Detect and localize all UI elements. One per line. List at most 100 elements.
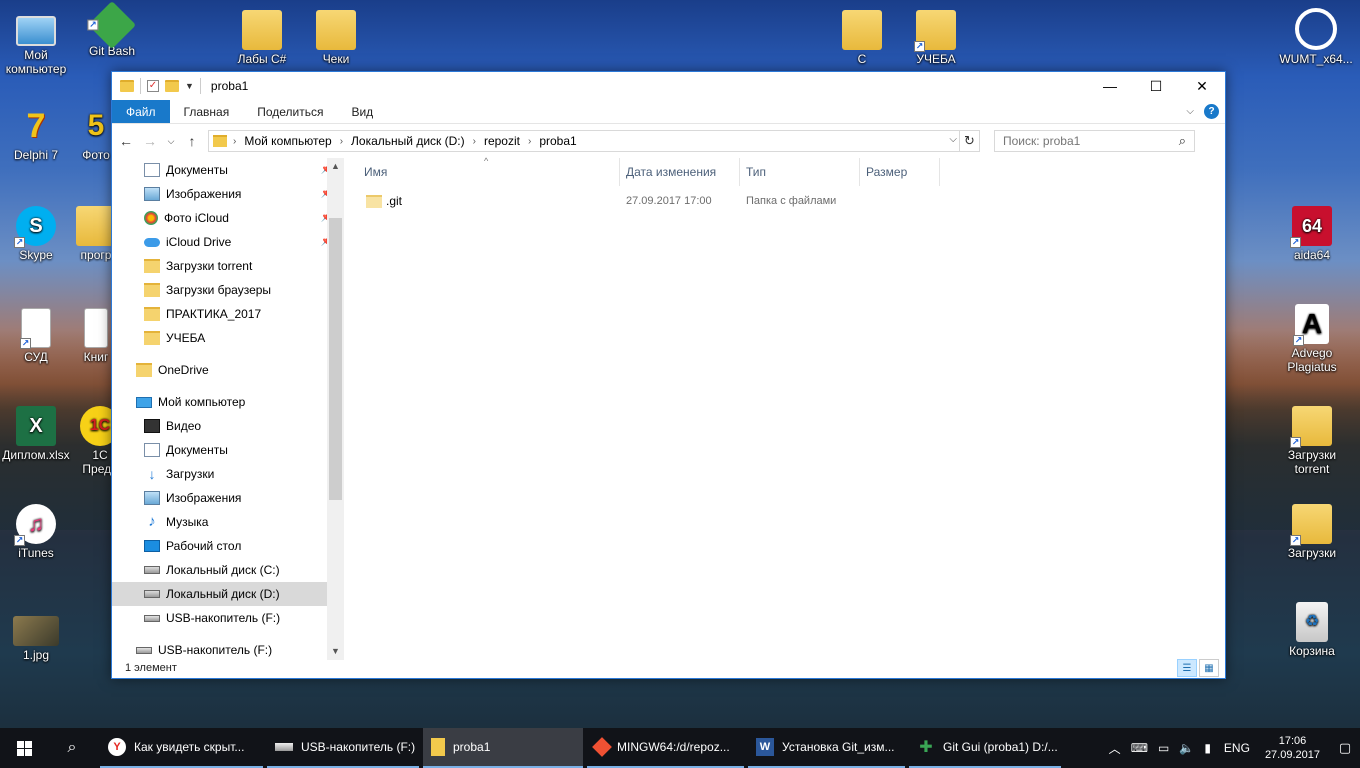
nav-item-browser-downloads[interactable]: Загрузки браузеры <box>112 278 343 302</box>
address-bar[interactable]: › Мой компьютер › Локальный диск (D:) › … <box>208 130 980 152</box>
nav-item-pictures-pinned[interactable]: Изображения📌 <box>112 182 343 206</box>
search-icon[interactable]: ⌕ <box>1179 133 1186 149</box>
volume-icon[interactable]: 🔈 <box>1179 741 1194 755</box>
desktop-icon-c[interactable]: C <box>826 10 898 66</box>
desktop-icon-my-computer[interactable]: Мой компьютер <box>0 10 72 76</box>
desktop-icon-recycle-bin[interactable]: ♻ Корзина <box>1276 602 1348 658</box>
desktop-icon-itunes[interactable]: ♫ ↗ iTunes <box>0 504 72 560</box>
search-box[interactable]: ⌕ <box>994 130 1195 152</box>
help-icon[interactable]: ? <box>1204 104 1219 119</box>
desktop-icon-advego[interactable]: A ↗ Advego Plagiatus <box>1276 304 1348 374</box>
desktop-icon-skype[interactable]: S ↗ Skype <box>0 206 72 262</box>
desktop-icon-image[interactable]: 1.jpg <box>0 616 72 662</box>
forward-arrow-icon[interactable]: → <box>142 133 158 149</box>
tab-file[interactable]: Файл <box>112 100 170 123</box>
advego-icon: A ↗ <box>1293 304 1329 346</box>
computer-icon <box>136 396 152 408</box>
taskbar-button-mingw[interactable]: MINGW64:/d/repoz... <box>587 728 744 768</box>
nav-item-drive-d[interactable]: Локальный диск (D:) <box>112 582 343 606</box>
chevron-right-icon[interactable]: › <box>528 136 531 147</box>
nav-item-desktop[interactable]: Рабочий стол <box>112 534 343 558</box>
properties-icon[interactable]: ✓ <box>147 80 159 92</box>
chevron-down-icon[interactable]: ⌵ <box>949 134 957 145</box>
desktop-icon-downloads[interactable]: ↗ Загрузки <box>1276 504 1348 560</box>
desktop-icon-wumt[interactable]: WUMT_x64... <box>1276 8 1356 66</box>
desktop-icon-ucheba[interactable]: ↗ УЧЕБА <box>900 10 972 66</box>
desktop-icon-aida64[interactable]: 64 ↗ aida64 <box>1276 206 1348 262</box>
scroll-up-icon[interactable]: ▲ <box>327 158 343 175</box>
nav-item-icloud-photos[interactable]: Фото iCloud📌 <box>112 206 343 230</box>
nav-item-usb-f-root[interactable]: USB-накопитель (F:) <box>112 638 343 660</box>
desktop-icon-sud[interactable]: ↗ СУД <box>0 308 72 364</box>
gamepad-icon[interactable]: ⌨ <box>1131 741 1148 755</box>
desktop-icon-checks[interactable]: Чеки <box>300 10 372 66</box>
desktop-icon-books[interactable]: Книг <box>76 308 116 364</box>
clock[interactable]: 17:06 27.09.2017 <box>1255 734 1330 762</box>
show-hidden-icons-icon[interactable]: ︿ <box>1109 740 1121 757</box>
nav-item-my-computer[interactable]: Мой компьютер <box>112 390 343 414</box>
chevron-right-icon[interactable]: › <box>233 136 236 147</box>
network-icon[interactable]: ▭ <box>1158 741 1169 755</box>
breadcrumb-repozit[interactable]: repozit <box>484 134 520 148</box>
taskbar-button-usb[interactable]: USB-накопитель (F:) <box>267 728 419 768</box>
chevron-right-icon[interactable]: › <box>473 136 476 147</box>
desktop-icon-delphi[interactable]: 7 Delphi 7 <box>0 106 72 162</box>
column-date-modified[interactable]: Дата изменения <box>620 158 740 186</box>
scrollbar-thumb[interactable] <box>329 218 342 500</box>
column-type[interactable]: Тип <box>740 158 860 186</box>
search-input[interactable] <box>1003 134 1163 148</box>
column-size[interactable]: Размер <box>860 158 940 186</box>
tab-view[interactable]: Вид <box>337 100 387 123</box>
back-arrow-icon[interactable]: ← <box>118 133 134 149</box>
breadcrumb-proba1[interactable]: proba1 <box>539 134 576 148</box>
nav-item-downloads[interactable]: ↓ Загрузки <box>112 462 343 486</box>
taskbar-search-icon[interactable]: ⌕ <box>48 728 96 768</box>
desktop-icon-diploma[interactable]: X Диплом.xlsx <box>0 406 72 462</box>
nav-item-music[interactable]: ♪ Музыка <box>112 510 343 534</box>
close-button[interactable]: ✕ <box>1179 72 1225 100</box>
nav-item-pictures[interactable]: Изображения <box>112 486 343 510</box>
drive-icon <box>144 590 160 598</box>
chevron-right-icon[interactable]: › <box>340 136 343 147</box>
nav-item-drive-c[interactable]: Локальный диск (C:) <box>112 558 343 582</box>
desktop-icon-labs[interactable]: Лабы C# <box>226 10 298 66</box>
taskbar-button-explorer[interactable]: proba1 <box>423 728 583 768</box>
breadcrumb-drive-d[interactable]: Локальный диск (D:) <box>351 134 465 148</box>
file-row[interactable]: .git 27.09.2017 17:00 Папка с файлами <box>344 190 1225 212</box>
desktop-icon-photo[interactable]: 5 Фото <box>76 106 116 163</box>
breadcrumb-my-computer[interactable]: Мой компьютер <box>244 134 331 148</box>
taskbar-button-browser[interactable]: Y Как увидеть скрыт... <box>100 728 263 768</box>
minimize-button[interactable]: — <box>1087 72 1133 100</box>
details-view-icon[interactable]: ☰ <box>1177 659 1197 677</box>
desktop-icon-progr[interactable]: прогр <box>76 206 116 262</box>
nav-item-icloud-drive[interactable]: iCloud Drive📌 <box>112 230 343 254</box>
nav-item-ucheba[interactable]: УЧЕБА <box>112 326 343 350</box>
up-arrow-icon[interactable]: ↑ <box>184 133 200 149</box>
recent-locations-icon[interactable]: ⌵ <box>166 136 176 147</box>
desktop-icon-torrent-downloads[interactable]: ↗ Загрузки torrent <box>1276 406 1348 476</box>
taskbar-button-word[interactable]: W Установка Git_изм... <box>748 728 905 768</box>
desktop-icon-git-bash[interactable]: ↗ Git Bash <box>76 0 148 58</box>
nav-item-onedrive[interactable]: OneDrive <box>112 358 343 382</box>
battery-icon[interactable]: ▮ <box>1204 741 1211 755</box>
refresh-icon[interactable]: ↻ <box>959 131 979 151</box>
nav-item-documents[interactable]: Документы <box>112 438 343 462</box>
maximize-button[interactable]: ☐ <box>1133 72 1179 100</box>
large-icons-view-icon[interactable]: ▦ <box>1199 659 1219 677</box>
tab-share[interactable]: Поделиться <box>243 100 337 123</box>
start-button[interactable] <box>0 728 48 768</box>
column-name[interactable]: Имя <box>344 158 620 186</box>
tab-home[interactable]: Главная <box>170 100 244 123</box>
nav-item-documents-pinned[interactable]: Документы📌 <box>112 158 343 182</box>
new-folder-icon[interactable] <box>165 80 179 92</box>
nav-item-torrent-downloads[interactable]: Загрузки torrent <box>112 254 343 278</box>
expand-ribbon-icon[interactable]: ⌵ <box>1186 106 1194 117</box>
nav-item-video[interactable]: Видео <box>112 414 343 438</box>
chevron-down-icon[interactable]: ▼ <box>185 81 194 91</box>
nav-item-praktika[interactable]: ПРАКТИКА_2017 <box>112 302 343 326</box>
nav-item-usb-f[interactable]: USB-накопитель (F:) <box>112 606 343 630</box>
input-language[interactable]: ENG <box>1224 741 1250 755</box>
nav-scrollbar[interactable]: ▲ ▼ <box>327 158 343 660</box>
notifications-icon[interactable]: ▢ <box>1330 728 1360 768</box>
taskbar-button-git-gui[interactable]: ✚ Git Gui (proba1) D:/... <box>909 728 1061 768</box>
